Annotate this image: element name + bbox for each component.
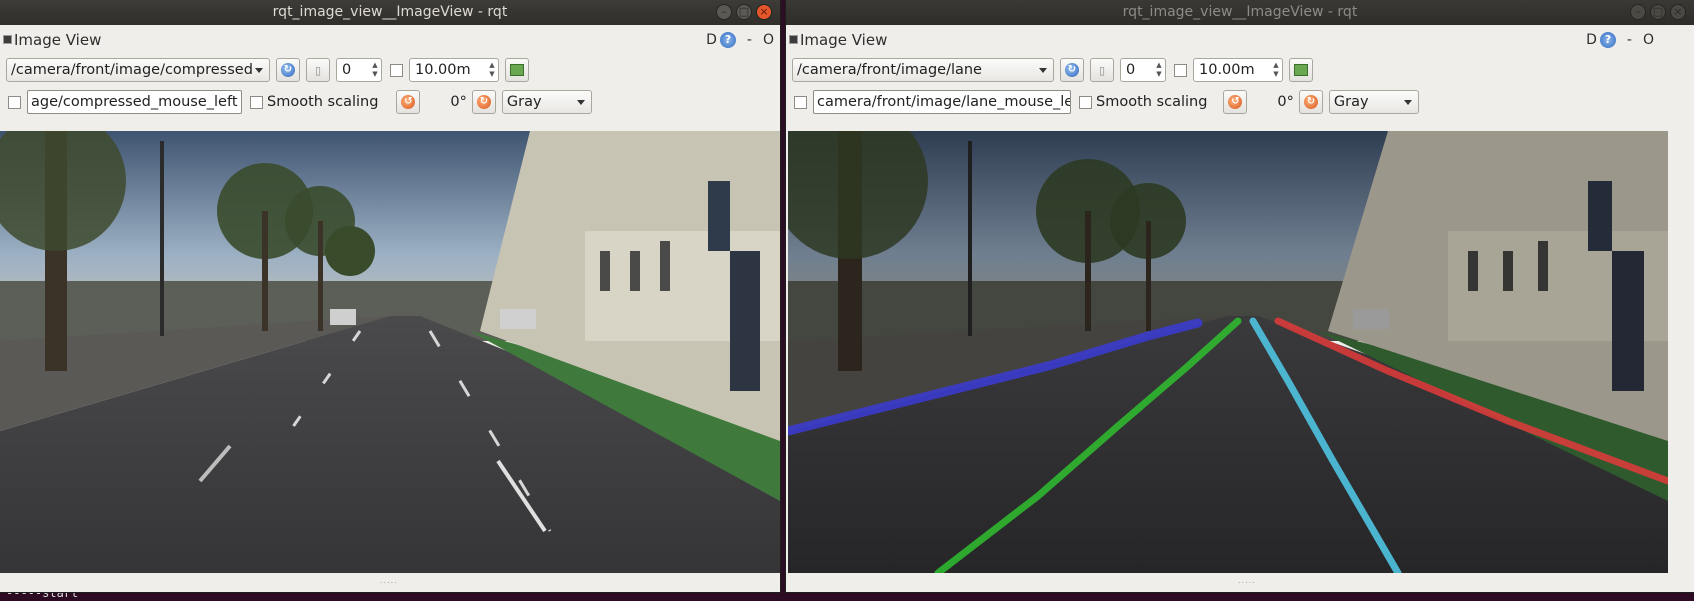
refresh-topics-button[interactable]: ↻	[276, 58, 300, 82]
street-camera-image	[0, 131, 780, 573]
rotate-left-icon: ↺	[401, 95, 416, 109]
chevron-down-icon	[1039, 68, 1047, 73]
rotation-label: 0°	[450, 94, 467, 110]
maximize-button[interactable]: □	[736, 4, 752, 20]
refresh-icon: ↻	[281, 63, 295, 77]
mouse-topic-value: age/compressed_mouse_left	[31, 94, 238, 110]
color-mode-selected: Gray	[506, 94, 542, 110]
spin-value: 0	[1126, 62, 1136, 78]
frame-spinbox[interactable]: 0 ▲ ▼	[1120, 58, 1166, 82]
camera-image-display[interactable]	[0, 131, 780, 573]
topic-combobox[interactable]: /camera/front/image/compressed	[6, 58, 270, 82]
chevron-down-icon	[255, 68, 263, 73]
save-image-button[interactable]	[505, 58, 529, 82]
dock-minimize-button[interactable]: -	[747, 28, 752, 52]
topic-selected: /camera/front/image/lane	[797, 62, 982, 78]
topic-combobox[interactable]: /camera/front/image/lane	[792, 58, 1054, 82]
topic-selected: /camera/front/image/compressed	[11, 62, 253, 78]
mouse-topic-value: camera/front/image/lane_mouse_left	[817, 94, 1071, 110]
rotate-left-button[interactable]: ↺	[396, 90, 421, 114]
duration-value: 10.00m	[1199, 62, 1255, 78]
dock-float-button[interactable]: O	[1643, 28, 1654, 52]
pause-icon: ▯	[314, 63, 322, 77]
rotate-right-icon: ↻	[476, 95, 491, 109]
dock-d-button[interactable]: D	[1586, 28, 1597, 52]
smooth-scaling-checkbox[interactable]	[1079, 95, 1092, 109]
refresh-topics-button[interactable]: ↻	[1060, 58, 1084, 82]
window-titlebar[interactable]: rqt_image_view__ImageView - rqt – □ ×	[786, 0, 1694, 25]
mouse-publish-checkbox[interactable]	[794, 95, 807, 109]
spin-arrows-icon[interactable]: ▲ ▼	[1155, 61, 1163, 79]
maximize-button[interactable]: □	[1650, 4, 1666, 20]
color-mode-combobox[interactable]: Gray	[1328, 90, 1419, 114]
duration-checkbox[interactable]	[1174, 63, 1187, 77]
duration-spinbox[interactable]: 10.00m ▲ ▼	[1193, 58, 1283, 82]
mouse-topic-input[interactable]: camera/front/image/lane_mouse_left	[813, 90, 1071, 114]
window-title: rqt_image_view__ImageView - rqt	[272, 4, 508, 20]
dock-title: Image View	[800, 31, 888, 49]
spin-value: 0	[342, 62, 352, 78]
spin-arrows-icon[interactable]: ▲ ▼	[371, 61, 379, 79]
smooth-scaling-label: Smooth scaling	[267, 94, 379, 110]
rotate-right-button[interactable]: ↻	[471, 90, 496, 114]
dock-minimize-button[interactable]: -	[1627, 28, 1632, 52]
close-button[interactable]: ×	[1670, 4, 1686, 20]
image-view-window-compressed: rqt_image_view__ImageView - rqt – □ × Im…	[0, 0, 780, 592]
save-image-icon	[1294, 64, 1308, 76]
window-title: rqt_image_view__ImageView - rqt	[1122, 4, 1358, 20]
rotate-left-button[interactable]: ↺	[1223, 90, 1248, 114]
toolbar-topic: /camera/front/image/compressed ↻ ▯ 0 ▲ ▼ …	[6, 57, 529, 83]
window-titlebar[interactable]: rqt_image_view__ImageView - rqt – □ ×	[0, 0, 780, 25]
rotate-right-icon: ↻	[1303, 95, 1318, 109]
duration-value: 10.00m	[415, 62, 471, 78]
lane-detection-image	[788, 131, 1668, 573]
save-image-icon	[510, 64, 524, 76]
dock-title: Image View	[14, 31, 102, 49]
spin-arrows-icon[interactable]: ▲ ▼	[1272, 61, 1280, 79]
spin-arrows-icon[interactable]: ▲ ▼	[488, 61, 496, 79]
help-icon[interactable]: ?	[719, 32, 736, 48]
rotate-right-button[interactable]: ↻	[1298, 90, 1323, 114]
pause-button[interactable]: ▯	[306, 58, 330, 82]
toolbar-mouse: age/compressed_mouse_left Smooth scaling…	[6, 89, 592, 115]
minimize-button[interactable]: –	[716, 4, 732, 20]
toolbar-topic: /camera/front/image/lane ↻ ▯ 0 ▲ ▼ 10.00m…	[792, 57, 1313, 83]
color-mode-selected: Gray	[1333, 94, 1369, 110]
close-button[interactable]: ×	[756, 4, 772, 20]
pause-icon: ▯	[1098, 63, 1106, 77]
save-image-button[interactable]	[1289, 58, 1313, 82]
mouse-topic-input[interactable]: age/compressed_mouse_left	[27, 90, 242, 114]
image-view-window-lane: rqt_image_view__ImageView - rqt – □ × Im…	[786, 0, 1694, 592]
color-mode-combobox[interactable]: Gray	[501, 90, 592, 114]
duration-checkbox[interactable]	[390, 63, 403, 77]
pause-button[interactable]: ▯	[1090, 58, 1114, 82]
smooth-scaling-label: Smooth scaling	[1096, 94, 1208, 110]
help-icon[interactable]: ?	[1599, 32, 1616, 48]
dock-widget-icon	[3, 35, 12, 44]
resize-grip[interactable]: .....	[1238, 576, 1256, 585]
dock-d-button[interactable]: D	[706, 28, 717, 52]
smooth-scaling-checkbox[interactable]	[250, 95, 263, 109]
dock-title-bar: Image View D ? - O	[0, 28, 780, 52]
mouse-publish-checkbox[interactable]	[8, 95, 21, 109]
frame-spinbox[interactable]: 0 ▲ ▼	[336, 58, 382, 82]
resize-grip[interactable]: .....	[380, 576, 398, 585]
toolbar-mouse: camera/front/image/lane_mouse_left Smoot…	[792, 89, 1419, 115]
dock-title-bar: Image View D ? - O	[786, 28, 1694, 52]
rotation-label: 0°	[1277, 94, 1294, 110]
chevron-down-icon	[1403, 100, 1412, 105]
duration-spinbox[interactable]: 10.00m ▲ ▼	[409, 58, 499, 82]
chevron-down-icon	[576, 100, 585, 105]
minimize-button[interactable]: –	[1630, 4, 1646, 20]
rotate-left-icon: ↺	[1228, 95, 1243, 109]
dock-float-button[interactable]: O	[763, 28, 774, 52]
dock-widget-icon	[789, 35, 798, 44]
lane-image-display[interactable]	[788, 131, 1668, 573]
refresh-icon: ↻	[1065, 63, 1079, 77]
